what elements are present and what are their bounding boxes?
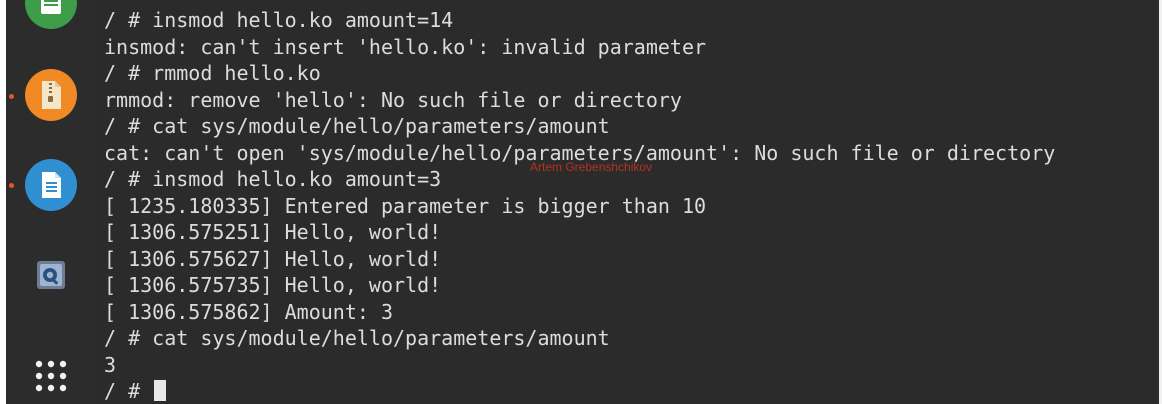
app-grid-icon (31, 356, 71, 396)
dock-item-archive-manager[interactable] (22, 66, 80, 124)
show-applications-button[interactable] (22, 347, 80, 404)
terminal-line: / # insmod hello.ko amount=14 (104, 8, 454, 32)
terminal-line: insmod: can't insert 'hello.ko': invalid… (104, 34, 707, 59)
dock (6, 0, 94, 404)
terminal-line: [ 1306.575862] Amount: 3 (104, 299, 393, 324)
terminal-line: rmmod: remove 'hello': No such file or d… (104, 87, 682, 112)
terminal-line: / # rmmod hello.ko (104, 61, 321, 85)
text-cursor (154, 380, 167, 401)
running-indicator (9, 183, 14, 188)
terminal-line: [ 1306.575627] Hello, world! (104, 246, 442, 271)
virtualbox-icon (34, 258, 68, 292)
terminal-line: [ 1306.575251] Hello, world! (104, 220, 442, 244)
archive-icon (25, 69, 77, 121)
terminal-line: / # cat sys/module/hello/parameters/amou… (104, 326, 610, 350)
terminal-prompt: / # (104, 379, 153, 403)
dock-item-text-editor[interactable] (22, 156, 80, 214)
terminal-prompt-line[interactable]: / # (104, 378, 1055, 404)
terminal-line: 3 (104, 352, 117, 377)
dock-item-virtualbox[interactable] (22, 246, 80, 304)
terminal-line: / # cat sys/module/hello/parameters/amou… (104, 114, 610, 138)
terminal-output: / # insmod hello.ko amount=14 insmod: ca… (104, 7, 1055, 404)
document-icon (25, 159, 77, 211)
watermark: Artem Grebenshchikov (530, 160, 653, 174)
spreadsheet-icon (25, 0, 77, 29)
terminal-window[interactable]: / # insmod hello.ko amount=14 insmod: ca… (94, 0, 1162, 404)
dock-item-top-app[interactable] (22, 0, 80, 32)
terminal-line: [ 1306.575735] Hello, world! (104, 273, 442, 297)
terminal-line: [ 1235.180335] Entered parameter is bigg… (104, 193, 707, 218)
running-indicator (9, 94, 14, 99)
screen: / # insmod hello.ko amount=14 insmod: ca… (0, 0, 1162, 404)
